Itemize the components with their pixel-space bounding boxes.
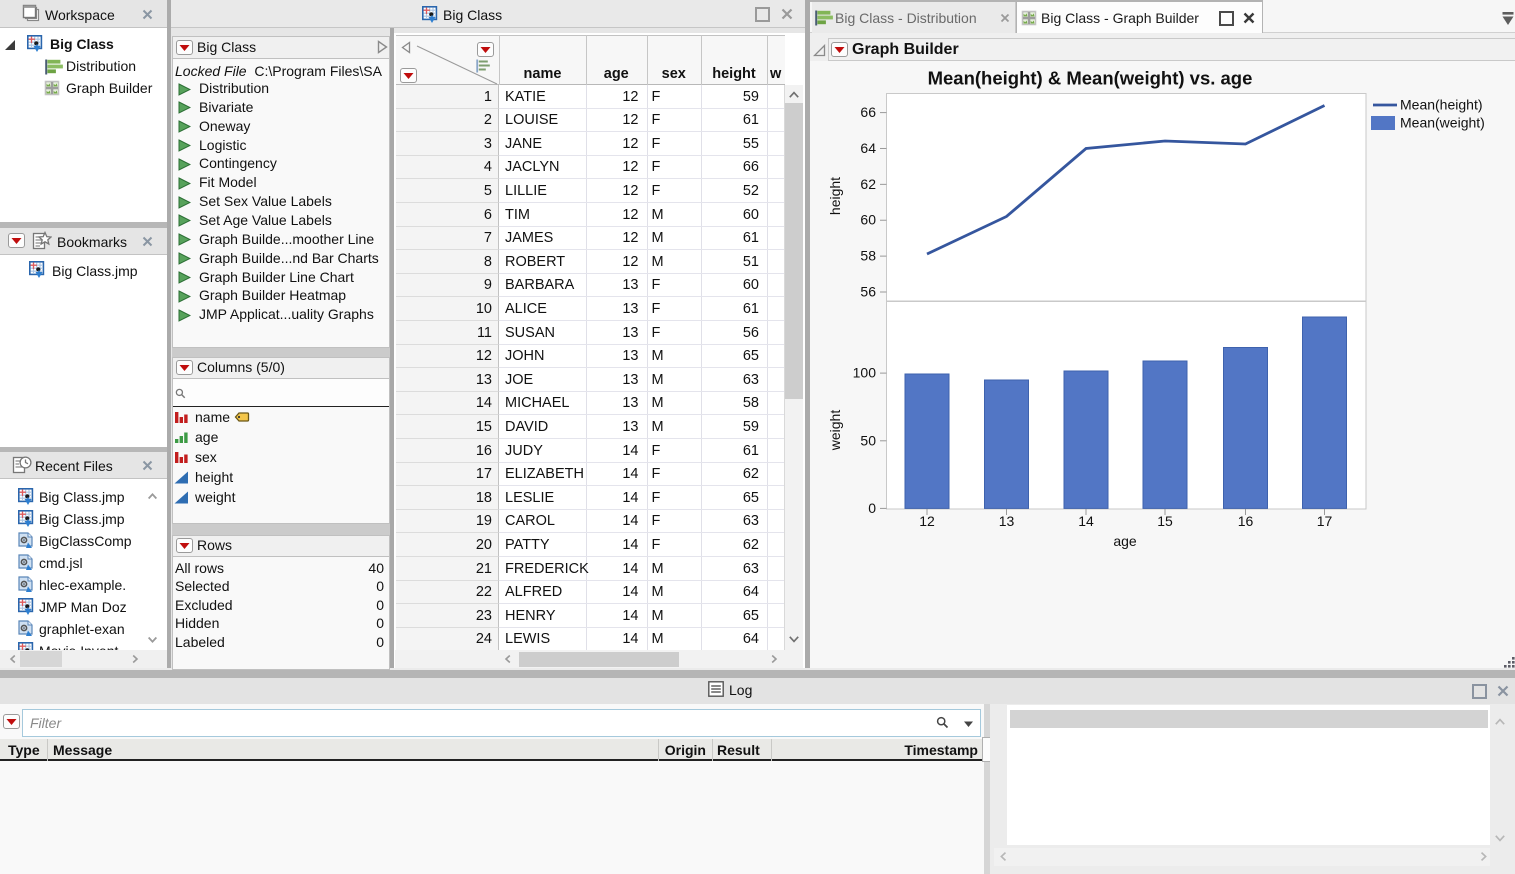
- svg-text:14: 14: [1078, 513, 1094, 529]
- svg-text:height: height: [827, 177, 843, 215]
- svg-text:Mean(weight): Mean(weight): [1400, 115, 1485, 131]
- svg-text:Mean(height): Mean(height): [1400, 97, 1483, 113]
- svg-text:50: 50: [860, 432, 876, 448]
- svg-text:0: 0: [868, 500, 876, 516]
- svg-text:15: 15: [1157, 513, 1173, 529]
- svg-text:16: 16: [1238, 513, 1254, 529]
- svg-text:age: age: [1113, 533, 1137, 549]
- svg-text:17: 17: [1317, 513, 1333, 529]
- svg-text:100: 100: [853, 365, 877, 381]
- svg-text:56: 56: [860, 284, 876, 300]
- svg-text:66: 66: [860, 104, 876, 120]
- svg-text:60: 60: [860, 212, 876, 228]
- svg-text:weight: weight: [827, 410, 843, 452]
- svg-text:Mean(height) & Mean(weight) vs: Mean(height) & Mean(weight) vs. age: [928, 68, 1253, 89]
- svg-text:13: 13: [999, 513, 1015, 529]
- svg-text:12: 12: [919, 513, 935, 529]
- svg-text:62: 62: [860, 176, 876, 192]
- svg-text:58: 58: [860, 248, 876, 264]
- svg-text:64: 64: [860, 140, 876, 156]
